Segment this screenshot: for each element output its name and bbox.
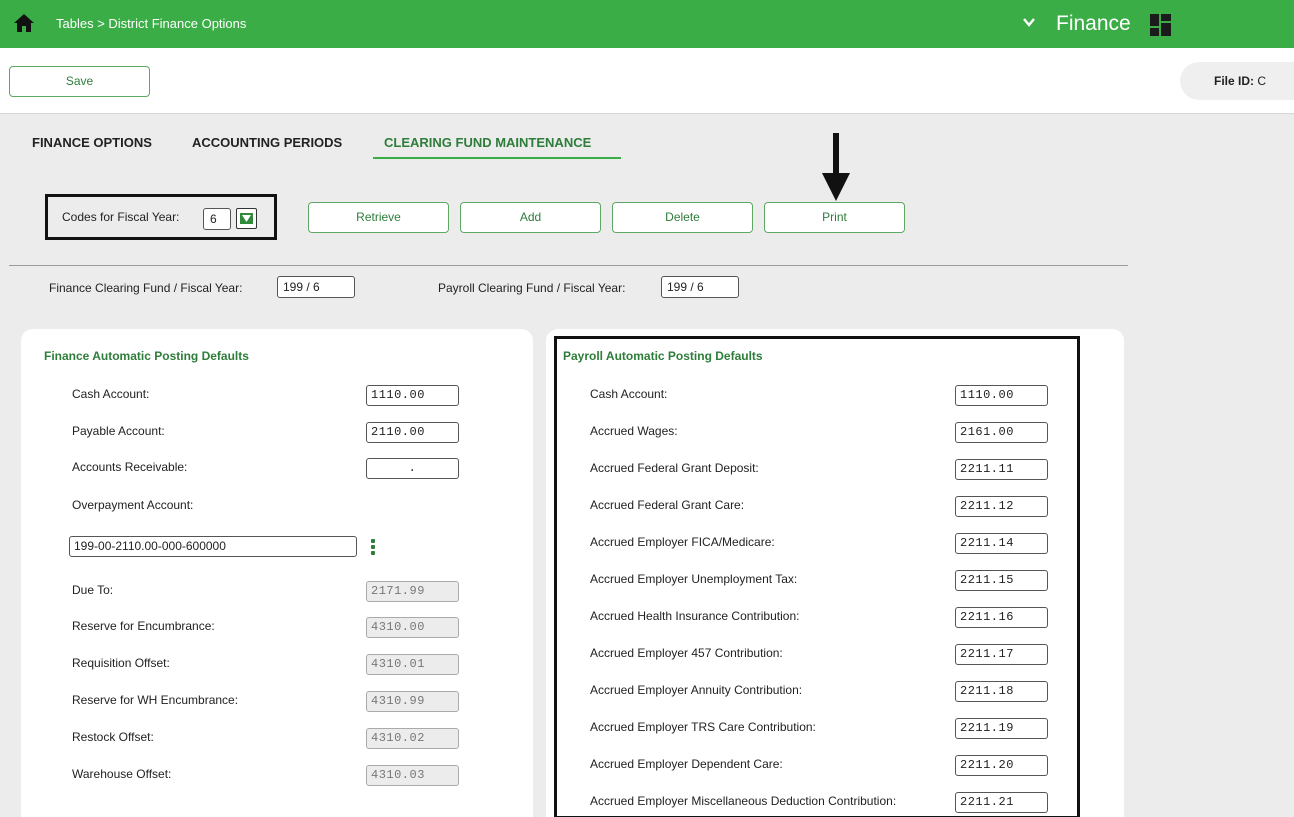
- requisition-offset-value: 4310.01: [366, 654, 459, 675]
- restock-offset-value: 4310.02: [366, 728, 459, 749]
- fiscal-year-label: Codes for Fiscal Year:: [62, 210, 180, 224]
- file-id-value: C: [1257, 74, 1267, 88]
- due-to-value: 2171.99: [366, 581, 459, 602]
- payroll-account-input[interactable]: 2211.18: [955, 681, 1048, 702]
- payroll-account-input[interactable]: 2211.16: [955, 607, 1048, 628]
- payroll-row-label: Accrued Employer 457 Contribution:: [590, 646, 783, 660]
- payroll-account-input[interactable]: 1110.00: [955, 385, 1048, 406]
- payroll-account-input[interactable]: 2211.12: [955, 496, 1048, 517]
- payroll-row-label: Cash Account:: [590, 387, 668, 401]
- file-id-badge: File ID: C: [1180, 62, 1294, 100]
- finance-payable-account-input[interactable]: 2110.00: [366, 422, 459, 443]
- payroll-account-input[interactable]: 2211.14: [955, 533, 1048, 554]
- warehouse-offset-value: 4310.03: [366, 765, 459, 786]
- toolbar: Save File ID: C: [0, 48, 1294, 114]
- tab-finance-options[interactable]: FINANCE OPTIONS: [32, 135, 152, 150]
- payroll-row-label: Accrued Wages:: [590, 424, 678, 438]
- payroll-row-label: Accrued Employer Annuity Contribution:: [590, 683, 803, 697]
- payroll-clearing-fund-label: Payroll Clearing Fund / Fiscal Year:: [438, 281, 626, 295]
- payroll-account-input[interactable]: 2211.19: [955, 718, 1048, 739]
- payroll-row-label: Accrued Employer FICA/Medicare:: [590, 535, 775, 549]
- finance-row-label: Payable Account:: [72, 424, 165, 438]
- overpayment-account-input[interactable]: 199-00-2110.00-000-600000: [69, 536, 357, 557]
- finance-cash-account-input[interactable]: 1110.00: [366, 385, 459, 406]
- finance-readonly-label: Due To:: [72, 583, 114, 597]
- active-tab-underline: [373, 157, 621, 159]
- payroll-account-input[interactable]: 2211.21: [955, 792, 1048, 813]
- finance-clearing-fund-label: Finance Clearing Fund / Fiscal Year:: [49, 281, 243, 295]
- tab-accounting-periods[interactable]: ACCOUNTING PERIODS: [192, 135, 342, 150]
- tab-clearing-fund-maintenance[interactable]: CLEARING FUND MAINTENANCE: [384, 135, 591, 150]
- finance-readonly-label: Reserve for Encumbrance:: [72, 619, 215, 633]
- breadcrumb[interactable]: Tables > District Finance Options: [56, 16, 246, 31]
- finance-accounts-receivable-input[interactable]: .: [366, 458, 459, 479]
- finance-readonly-label: Reserve for WH Encumbrance:: [72, 693, 239, 707]
- payroll-account-input[interactable]: 2211.11: [955, 459, 1048, 480]
- grid-icon[interactable]: [1150, 14, 1172, 36]
- main-content: FINANCE OPTIONS ACCOUNTING PERIODS CLEAR…: [9, 115, 1285, 817]
- payroll-account-input[interactable]: 2211.17: [955, 644, 1048, 665]
- print-button[interactable]: Print: [764, 202, 905, 233]
- payroll-account-input[interactable]: 2211.15: [955, 570, 1048, 591]
- payroll-row-label: Accrued Health Insurance Contribution:: [590, 609, 800, 623]
- payroll-account-input[interactable]: 2211.20: [955, 755, 1048, 776]
- finance-readonly-label: Requisition Offset:: [72, 656, 170, 670]
- payroll-defaults-title: Payroll Automatic Posting Defaults: [563, 349, 763, 363]
- payroll-row-label: Accrued Employer Dependent Care:: [590, 757, 783, 771]
- module-selector[interactable]: Finance: [1056, 12, 1131, 36]
- payroll-row-label: Accrued Employer Unemployment Tax:: [590, 572, 798, 586]
- payroll-row-label: Accrued Employer Miscellaneous Deduction…: [590, 794, 897, 808]
- fiscal-year-input[interactable]: 6: [203, 208, 231, 230]
- overpayment-account-label: Overpayment Account:: [72, 498, 194, 512]
- top-bar: Tables > District Finance Options Financ…: [0, 0, 1294, 48]
- caret-down-icon: [240, 213, 253, 224]
- finance-readonly-label: Warehouse Offset:: [72, 767, 172, 781]
- delete-button[interactable]: Delete: [612, 202, 753, 233]
- finance-row-label: Cash Account:: [72, 387, 150, 401]
- divider: [9, 265, 1128, 266]
- home-icon[interactable]: [14, 14, 34, 32]
- more-options-icon[interactable]: [370, 539, 376, 555]
- fiscal-year-group: Codes for Fiscal Year: 6: [45, 194, 277, 240]
- payroll-clearing-fund-input[interactable]: 199 / 6: [661, 276, 739, 298]
- retrieve-button[interactable]: Retrieve: [308, 202, 449, 233]
- payroll-row-label: Accrued Federal Grant Care:: [590, 498, 745, 512]
- file-id-label: File ID:: [1214, 74, 1255, 88]
- finance-row-label: Accounts Receivable:: [72, 460, 188, 474]
- payroll-row-label: Accrued Federal Grant Deposit:: [590, 461, 759, 475]
- finance-readonly-label: Restock Offset:: [72, 730, 154, 744]
- reserve-encumbrance-value: 4310.00: [366, 617, 459, 638]
- fiscal-year-dropdown[interactable]: [236, 208, 257, 229]
- payroll-row-label: Accrued Employer TRS Care Contribution:: [590, 720, 816, 734]
- chevron-down-icon[interactable]: [1022, 15, 1036, 29]
- finance-clearing-fund-input[interactable]: 199 / 6: [277, 276, 355, 298]
- payroll-account-input[interactable]: 2161.00: [955, 422, 1048, 443]
- add-button[interactable]: Add: [460, 202, 601, 233]
- reserve-wh-encumbrance-value: 4310.99: [366, 691, 459, 712]
- finance-defaults-title: Finance Automatic Posting Defaults: [44, 349, 249, 363]
- save-button[interactable]: Save: [9, 66, 150, 97]
- arrow-down-icon: [822, 133, 850, 201]
